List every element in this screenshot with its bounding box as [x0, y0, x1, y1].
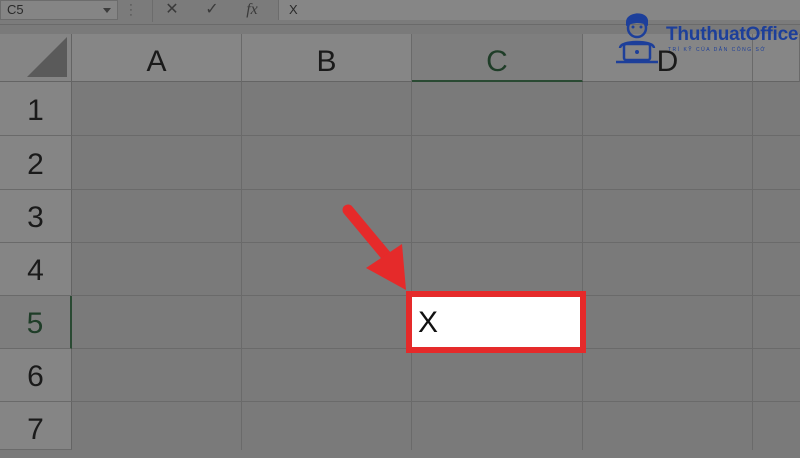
gridline [752, 82, 753, 450]
column-header-c[interactable]: C [412, 34, 583, 82]
name-box-value: C5 [7, 2, 24, 17]
red-arrow-icon [342, 204, 406, 290]
logo-brand-text: ThuthuatOffice [666, 24, 799, 45]
name-box[interactable]: C5 [0, 0, 118, 20]
row-header-2[interactable]: 2 [0, 136, 72, 190]
formula-input-value: X [289, 2, 298, 17]
formula-bar-divider [152, 0, 153, 22]
row-header-6[interactable]: 6 [0, 349, 72, 402]
gridline [241, 82, 242, 450]
chevron-down-icon[interactable] [103, 8, 111, 13]
column-header-a[interactable]: A [72, 34, 242, 82]
cell-grid[interactable] [72, 82, 800, 450]
gridline [582, 82, 583, 450]
gridline [72, 135, 800, 136]
logo-tagline: TRÍ KỸ CỦA DÂN CÔNG SỞ [668, 47, 767, 53]
thuthuatoffice-logo: ThuthuatOffice TRÍ KỸ CỦA DÂN CÔNG SỞ [600, 6, 800, 66]
enter-icon[interactable]: ✓ [200, 0, 224, 20]
row-header-1[interactable]: 1 [0, 82, 72, 136]
cancel-icon[interactable]: ✕ [160, 0, 184, 20]
select-all-button[interactable] [0, 34, 72, 82]
gridline [72, 242, 800, 243]
row-header-7[interactable]: 7 [0, 402, 72, 450]
row-header-4[interactable]: 4 [0, 243, 72, 296]
insert-function-icon[interactable]: fx [240, 0, 264, 20]
cell-value[interactable]: X [412, 297, 580, 347]
column-header-b[interactable]: B [242, 34, 412, 82]
select-all-triangle-icon [27, 37, 67, 77]
mascot-laptop-icon [616, 13, 658, 64]
more-vertical-icon[interactable]: · · · [128, 0, 134, 21]
gridline [72, 189, 800, 190]
gridline [72, 401, 800, 402]
active-cell-c5[interactable]: X [406, 291, 586, 353]
row-header-3[interactable]: 3 [0, 190, 72, 243]
row-header-5[interactable]: 5 [0, 296, 72, 349]
